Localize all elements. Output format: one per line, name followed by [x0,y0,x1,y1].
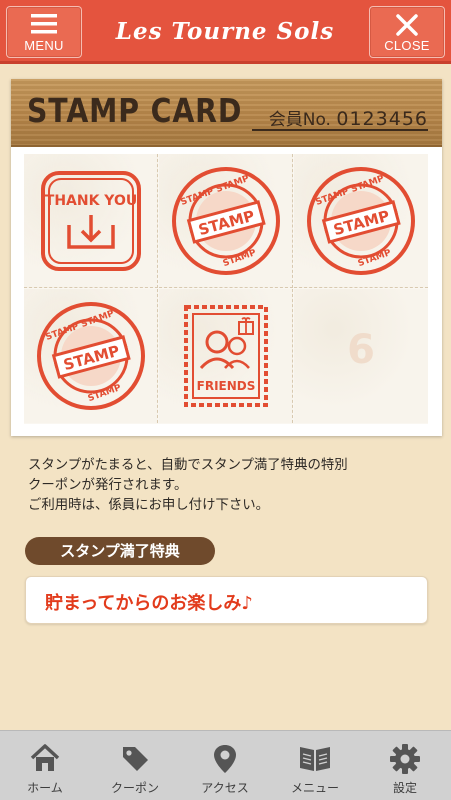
member-number: 会員No. 0123456 [269,105,428,130]
card-header: STAMP CARD 会員No. 0123456 [11,79,442,147]
reward-tag: スタンプ満了特典 [25,537,215,565]
thank-you-text: THANK YOU [44,193,136,209]
stamp-mark: STAMP STAMP STAMP STAMP [307,166,415,275]
member-underline [252,129,428,131]
map-pin-icon [214,745,236,773]
close-button[interactable]: CLOSE [369,6,445,58]
info-line-1: スタンプがたまると、自動でスタンプ満了特典の特別 [28,458,348,473]
nav-coupon-label: クーポン [110,781,159,795]
stamp-cell-1: THANK YOU [24,154,158,288]
nav-home-label: ホーム [27,781,63,795]
nav-menu-label: メニュー [290,781,339,795]
stamp-mark: STAMP STAMP STAMP STAMP [171,166,280,275]
reward-box: 貯まってからのお楽しみ♪ [25,576,428,624]
menu-button[interactable]: MENU [6,6,82,58]
stamp-grid: THANK YOU STAMP STAMP STAMP STAMP STAMP … [24,154,428,424]
nav-settings-label: 設定 [392,781,417,795]
member-prefix: 会員No. [268,110,331,130]
nav-access[interactable]: アクセス [180,731,270,800]
coupon-tag-icon [123,747,148,771]
home-icon [30,744,60,771]
menu-label: MENU [24,38,64,53]
stamp-cell-4: STAMP STAMP STAMP STAMP [24,289,158,423]
stamp-cell-2: STAMP STAMP STAMP STAMP [159,154,293,288]
stamp-cell-6: 6 [294,289,428,423]
stamp-mark: STAMP STAMP STAMP STAMP [36,302,145,410]
bottom-nav: ホーム クーポン アクセス メニュー 設定 [0,730,451,800]
nav-home[interactable]: ホーム [0,731,90,800]
nav-settings[interactable]: 設定 [360,731,450,800]
close-icon [395,13,419,41]
stamp-cell-3: STAMP STAMP STAMP STAMP [294,154,428,288]
stamp-info: スタンプがたまると、自動でスタンプ満了特典の特別 クーポンが発行されます。 ご利… [28,456,428,516]
reward-text: 貯まってからのお楽しみ♪ [45,593,253,614]
friends-text: FRIENDS [196,379,255,393]
app-header: MENU Les Tourne Sols CLOSE [0,0,451,64]
menu-book-icon [300,747,330,771]
card-title: STAMP CARD [27,91,243,130]
info-line-3: ご利用時は、係員にお申し付け下さい。 [28,498,270,513]
thank-you-stamp: THANK YOU [40,170,141,271]
nav-menu[interactable]: メニュー [270,731,360,800]
close-label: CLOSE [384,38,430,53]
friends-stamp: FRIENDS [183,305,268,407]
nav-access-label: アクセス [201,781,249,795]
empty-slot-number: 6 [347,327,375,373]
stamp-card: STAMP CARD 会員No. 0123456 THANK YOU STAMP [11,79,442,436]
brand-logo: Les Tourne Sols [115,18,335,45]
gear-icon [390,744,420,774]
stamp-cell-5: FRIENDS [159,289,293,423]
info-line-2: クーポンが発行されます。 [28,478,188,493]
hamburger-icon [31,13,57,39]
nav-coupon[interactable]: クーポン [90,731,180,800]
member-number-value: 0123456 [336,108,428,130]
